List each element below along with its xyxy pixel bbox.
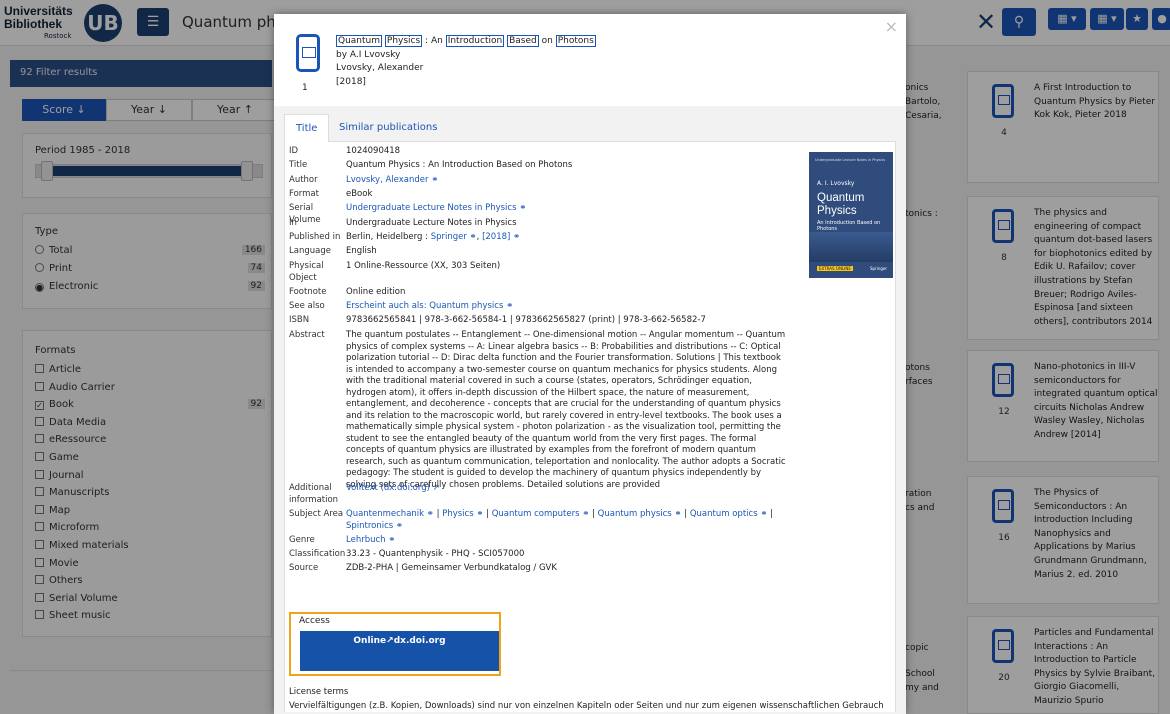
access-section: Access Online↗dx.doi.org: [289, 612, 501, 676]
cover-title-1: Quantum: [817, 192, 865, 204]
subject-link[interactable]: Spintronics: [346, 521, 393, 531]
link-icon: ⚭: [671, 509, 682, 519]
link-icon: ⚭: [473, 509, 484, 519]
tab-title[interactable]: Title: [284, 114, 330, 143]
modal-header: 1 Quantum Physics : An Introduction Base…: [274, 14, 906, 106]
cover-title-2: Physics: [817, 205, 857, 217]
close-icon: ×: [884, 17, 898, 36]
subject-link[interactable]: Quantum physics: [598, 509, 672, 519]
serial-volume-link[interactable]: Undergraduate Lecture Notes in Physics: [346, 203, 517, 213]
record-detail-modal: 1 Quantum Physics : An Introduction Base…: [274, 14, 906, 714]
record-details-panel: ID 1024090418 Title Quantum Physics : An I…: [284, 142, 896, 712]
title-word: Based: [507, 35, 539, 47]
subject-link[interactable]: Quantenmechanik: [346, 509, 424, 519]
record-year: [2018]: [336, 76, 366, 87]
cover-series: Undergraduate Lecture Notes in Physics: [815, 158, 886, 162]
license-text: Vervielfältigungen (z.B. Kopien, Downloa…: [289, 701, 884, 711]
online-access-button[interactable]: Online↗dx.doi.org: [300, 631, 499, 671]
see-also-link[interactable]: Erscheint auch als: Quantum physics: [346, 301, 503, 311]
link-icon: ⚭: [431, 175, 439, 185]
link-icon: ⚭: [469, 232, 477, 242]
link-icon: ⚭: [757, 509, 768, 519]
subject-link[interactable]: Physics: [442, 509, 473, 519]
cover-subtitle: An Introduction Based on Photons: [817, 220, 881, 232]
license-heading: License terms: [289, 687, 349, 697]
ebook-icon: [296, 34, 320, 72]
access-label: Access: [299, 616, 330, 626]
link-icon: ⚭: [579, 509, 590, 519]
cover-badge: EXTRAS ONLINE: [817, 266, 853, 271]
tab-similar-publications[interactable]: Similar publications: [328, 114, 448, 143]
result-index: 1: [302, 83, 308, 93]
title-word: An: [430, 36, 443, 46]
external-link-icon: ↗: [386, 636, 394, 646]
record-author: Lvovsky, Alexander: [336, 63, 424, 73]
link-icon: ⚭: [424, 509, 434, 519]
license-terms: License terms Vervielfältigungen (z.B. K…: [289, 685, 889, 714]
publisher-link[interactable]: Springer: [431, 232, 467, 242]
title-word: Photons: [555, 35, 596, 47]
genre-link[interactable]: Lehrbuch: [346, 535, 386, 545]
cover-author: A. I. Lvovsky: [817, 180, 855, 187]
link-icon: ⚭: [506, 301, 514, 311]
close-button[interactable]: ×: [885, 19, 898, 35]
cover-artwork: [809, 232, 893, 262]
subject-link[interactable]: Quantum computers: [492, 509, 580, 519]
record-by-line: by A.I Lvovsky: [336, 49, 401, 60]
subject-link[interactable]: Quantum optics: [690, 509, 758, 519]
link-icon: ⚭: [519, 203, 527, 213]
title-word: Introduction: [445, 35, 505, 47]
link-icon: ⚭: [393, 520, 404, 531]
link-icon: ⚭: [388, 535, 396, 545]
record-summary: Quantum Physics : An Introduction Based …: [336, 35, 596, 89]
link-icon: ⚭: [513, 232, 521, 242]
title-word: Quantum: [336, 35, 383, 47]
author-link[interactable]: Lvovsky, Alexander: [346, 175, 428, 185]
record-title: Quantum Physics : An Introduction Based …: [336, 35, 596, 47]
title-word: on: [541, 36, 553, 46]
cover-publisher: Springer: [869, 266, 887, 271]
year-link[interactable]: [2018]: [482, 232, 510, 242]
external-link-icon: ↗: [432, 483, 440, 493]
fulltext-link[interactable]: Volltext (dx.doi.org): [346, 483, 430, 493]
record-tabs: Title Similar publications: [284, 114, 896, 143]
modal-body: Title Similar publications ID 1024090418 …: [274, 106, 906, 714]
book-cover: Undergraduate Lecture Notes in Physics A…: [809, 152, 893, 278]
title-word: Physics: [384, 35, 423, 47]
